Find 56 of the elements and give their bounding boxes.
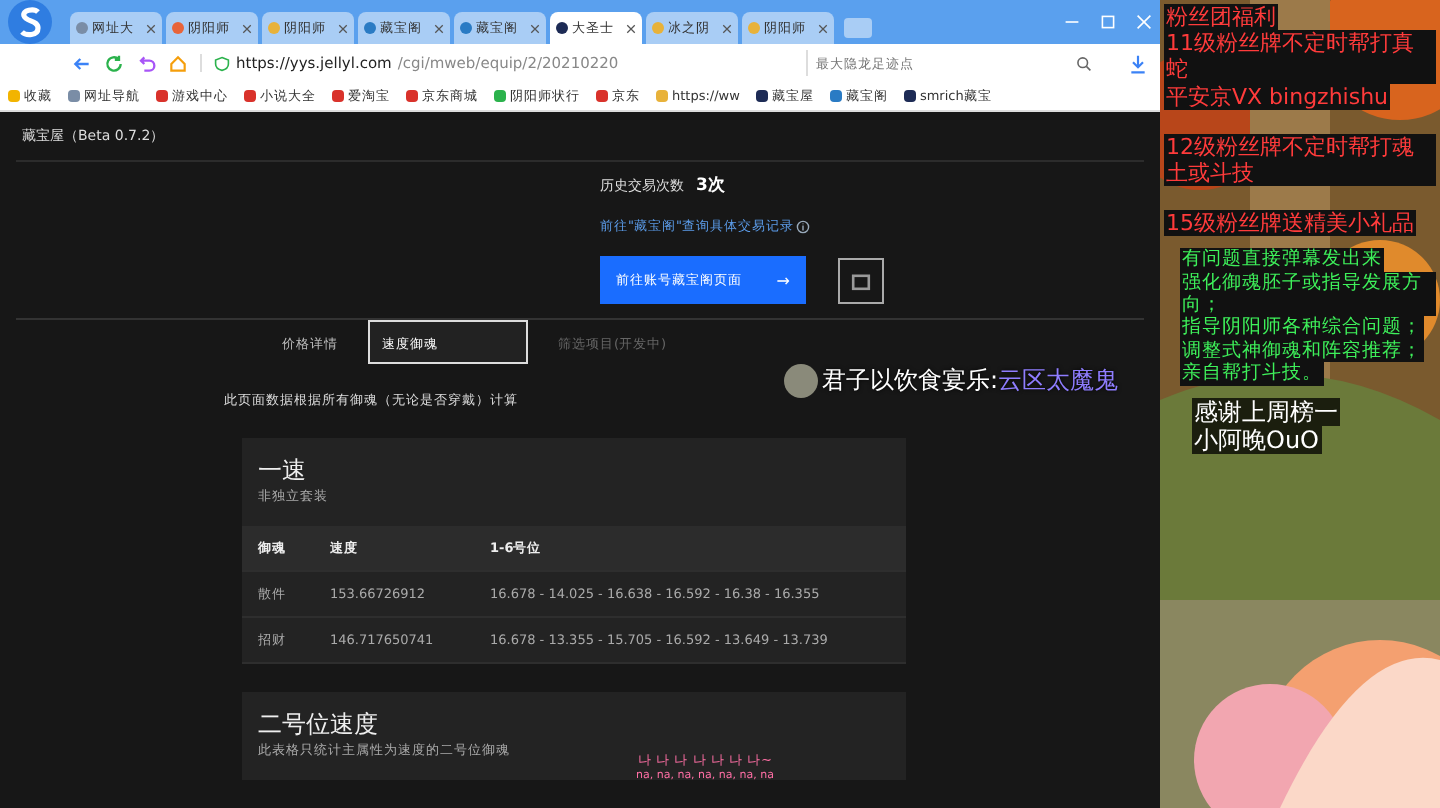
- close-icon[interactable]: [530, 23, 540, 33]
- stream-notice: 强化御魂胚子或指导发展方向；: [1180, 271, 1436, 317]
- tab-favicon-icon: [76, 22, 88, 34]
- close-icon[interactable]: [146, 23, 156, 33]
- bookmark-favicon-icon: [156, 90, 168, 102]
- share-button[interactable]: [838, 257, 884, 303]
- close-icon[interactable]: [818, 23, 828, 33]
- tab-favicon-icon: [460, 22, 472, 34]
- stream-notice: 12级粉丝牌不定时帮打魂土或斗技: [1164, 133, 1436, 187]
- history-count: 3次: [696, 174, 726, 198]
- bookmark-favicon-icon: [596, 90, 608, 102]
- close-icon[interactable]: [434, 23, 444, 33]
- close-icon[interactable]: [338, 23, 348, 33]
- danmaku-text: 云区太魔鬼: [998, 364, 1119, 398]
- undo-icon[interactable]: [136, 53, 156, 73]
- download-icon[interactable]: [1128, 53, 1148, 73]
- reload-icon[interactable]: [104, 53, 124, 73]
- danmaku-user: 君子以饮食宴乐:: [822, 364, 999, 398]
- bookmark-favicon-icon: [406, 90, 418, 102]
- bookmark-favicon-icon: [244, 90, 256, 102]
- bookmark-favicon-icon: [903, 90, 916, 102]
- tab-favicon-icon: [556, 22, 568, 34]
- tab-favicon-icon: [652, 22, 664, 34]
- stream-notice: 粉丝团福利: [1164, 4, 1278, 31]
- stream-notice: 平安京VX bingzhishu: [1164, 83, 1391, 110]
- back-icon[interactable]: [72, 53, 92, 73]
- tab-favicon-icon: [268, 22, 280, 34]
- tab-favicon-icon: [172, 22, 184, 34]
- close-icon[interactable]: [626, 23, 636, 33]
- stream-notice: 小阿晚OuO: [1192, 426, 1321, 455]
- stream-notice: 有问题直接弹幕发出来: [1180, 248, 1384, 272]
- stream-notice: 11级粉丝牌不定时帮打真蛇: [1164, 30, 1436, 84]
- bookmark-favicon-icon: [494, 90, 506, 102]
- tab-favicon-icon: [364, 22, 376, 34]
- browser-logo-icon[interactable]: [6, 0, 54, 46]
- stream-notice: 亲自帮打斗技。: [1180, 362, 1324, 386]
- bookmark-favicon-icon: [829, 90, 842, 102]
- bookmark-favicon-icon: [8, 90, 20, 102]
- section-title: 一速: [256, 454, 308, 488]
- section-title: 二号位速度: [256, 708, 380, 742]
- stream-notice: 感谢上周榜一: [1192, 397, 1340, 427]
- maximize-icon[interactable]: [1100, 14, 1116, 30]
- tab-favicon-icon: [748, 22, 760, 34]
- avatar-icon: [784, 364, 818, 398]
- bookmark-favicon-icon: [656, 90, 668, 102]
- info-icon: [795, 220, 810, 234]
- stream-notice: 指导阴阳师各种综合问题；: [1180, 316, 1424, 340]
- bookmark-favicon-icon: [332, 90, 344, 102]
- bookmark-favicon-icon: [755, 90, 768, 102]
- close-icon[interactable]: [722, 23, 732, 33]
- bookmark-favicon-icon: [68, 90, 80, 102]
- stream-notice: 调整式神御魂和阵容推荐；: [1180, 339, 1424, 363]
- search-icon[interactable]: [1076, 55, 1092, 71]
- shield-icon: [214, 55, 230, 71]
- close-icon[interactable]: [242, 23, 252, 33]
- stream-notice: 15级粉丝牌送精美小礼品: [1164, 210, 1416, 237]
